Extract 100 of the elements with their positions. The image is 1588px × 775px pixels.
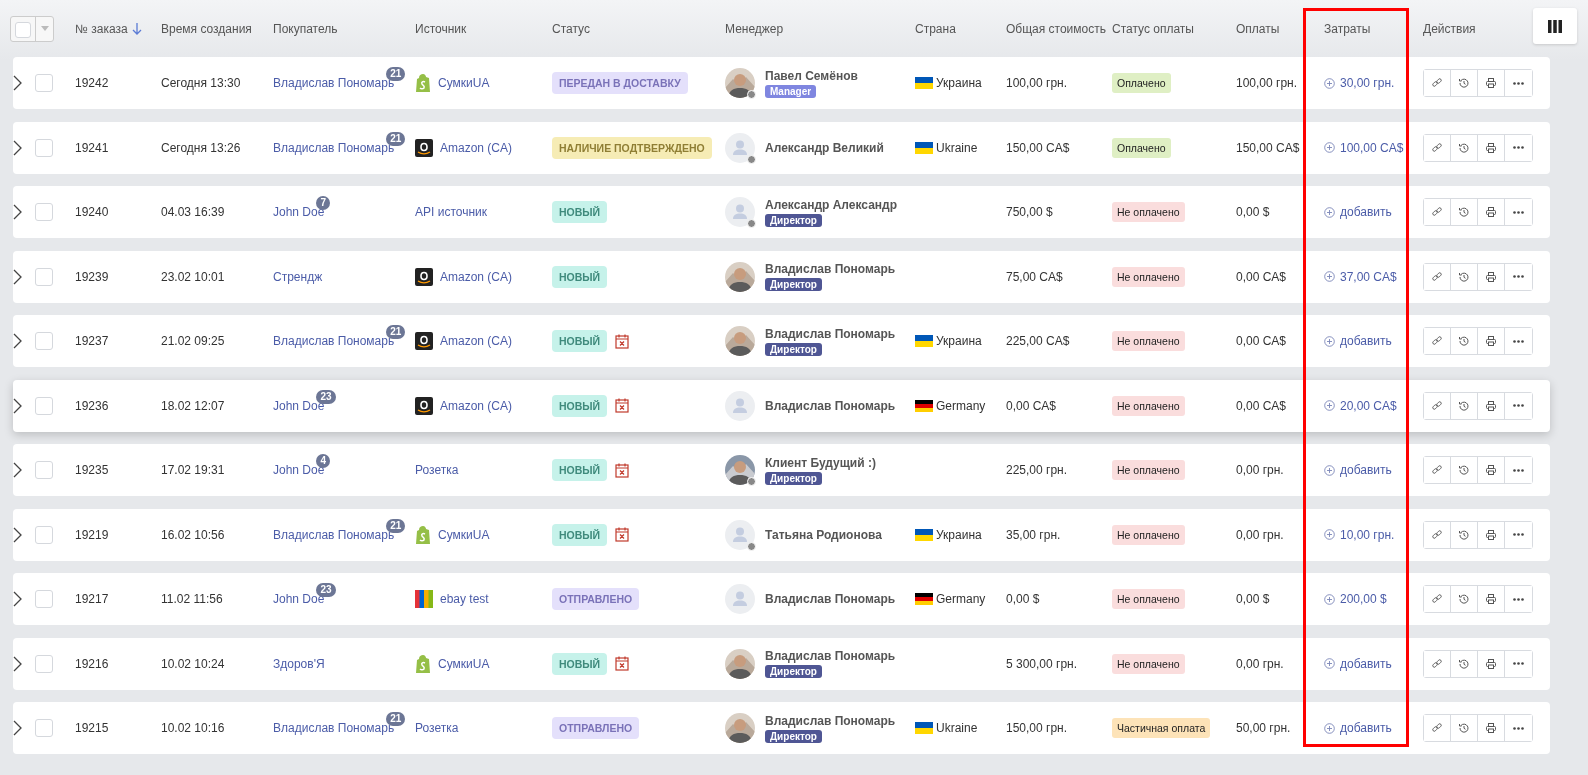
plus-circle-icon[interactable]	[1324, 206, 1335, 218]
more-dots-icon[interactable]	[1513, 81, 1524, 85]
source-link[interactable]: Amazon (CA)	[440, 334, 513, 348]
column-header[interactable]: Общая стоимость	[1006, 0, 1112, 57]
source-link[interactable]: СумкиUA	[438, 656, 490, 671]
costs-link[interactable]: добавить	[1340, 656, 1392, 671]
costs-link[interactable]: 30,00 грн.	[1340, 76, 1395, 90]
link-button[interactable]	[1424, 586, 1451, 612]
checkbox[interactable]	[35, 719, 53, 737]
more-dots-icon[interactable]	[1513, 726, 1524, 730]
costs-link[interactable]: добавить	[1340, 334, 1392, 348]
costs-link[interactable]: добавить	[1340, 721, 1392, 735]
clock-icon[interactable]	[1459, 78, 1469, 88]
printer-icon[interactable]	[1486, 723, 1496, 733]
more-dots-icon[interactable]	[1513, 146, 1524, 149]
plus-circle-icon[interactable]	[1324, 271, 1335, 282]
checkbox[interactable]	[35, 525, 53, 544]
column-header[interactable]: Страна	[915, 0, 1006, 57]
clock-icon[interactable]	[1459, 723, 1469, 733]
printer-icon[interactable]	[1486, 78, 1496, 88]
column-header[interactable]: Менеджер	[725, 0, 915, 57]
source-link[interactable]: ebay test	[440, 592, 489, 606]
plus-circle-icon[interactable]	[1324, 593, 1335, 605]
clock-icon[interactable]	[1459, 142, 1469, 153]
checkbox[interactable]	[35, 396, 53, 415]
printer-icon[interactable]	[1486, 658, 1496, 669]
printer-icon[interactable]	[1486, 400, 1496, 411]
link-icon[interactable]	[1432, 529, 1442, 540]
more-dots-icon[interactable]	[1513, 468, 1524, 472]
checkbox[interactable]	[35, 267, 53, 286]
buyer-link[interactable]: Здоров'Я	[273, 656, 325, 671]
link-button[interactable]	[1424, 134, 1451, 161]
costs-link[interactable]: добавить	[1340, 205, 1392, 219]
checkbox[interactable]	[35, 590, 53, 608]
column-header[interactable]: Статус оплаты	[1112, 0, 1236, 57]
link-icon[interactable]	[1432, 400, 1442, 411]
checkbox[interactable]	[35, 74, 53, 92]
link-icon[interactable]	[1432, 723, 1442, 733]
clock-icon[interactable]	[1459, 465, 1469, 475]
clock-icon[interactable]	[1459, 400, 1469, 411]
costs-link[interactable]: 10,00 грн.	[1340, 527, 1395, 542]
column-header[interactable]: Время создания	[161, 0, 273, 57]
checkbox[interactable]	[35, 461, 53, 479]
printer-icon[interactable]	[1486, 271, 1496, 282]
source-link[interactable]: Розетка	[415, 721, 459, 735]
link-icon[interactable]	[1432, 594, 1442, 604]
link-button[interactable]	[1424, 199, 1451, 225]
link-icon[interactable]	[1432, 142, 1442, 153]
plus-circle-icon[interactable]	[1324, 335, 1335, 347]
printer-icon[interactable]	[1486, 142, 1496, 153]
link-button[interactable]	[1424, 650, 1451, 677]
clock-icon[interactable]	[1459, 594, 1469, 604]
printer-icon[interactable]	[1486, 529, 1496, 540]
column-header[interactable]: Источник	[415, 0, 552, 57]
plus-circle-icon[interactable]	[1324, 722, 1335, 734]
more-dots-icon[interactable]	[1513, 210, 1524, 214]
printer-icon[interactable]	[1486, 465, 1496, 475]
link-icon[interactable]	[1432, 271, 1442, 282]
checkbox[interactable]	[35, 654, 53, 673]
checkbox[interactable]	[35, 332, 53, 350]
link-icon[interactable]	[1432, 207, 1442, 217]
more-dots-icon[interactable]	[1513, 275, 1524, 278]
buyer-link[interactable]: Стрендж	[273, 269, 323, 284]
more-dots-icon[interactable]	[1513, 404, 1524, 407]
printer-icon[interactable]	[1486, 207, 1496, 217]
columns-icon[interactable]	[1548, 19, 1562, 33]
source-link[interactable]: Amazon (CA)	[440, 269, 513, 284]
plus-circle-icon[interactable]	[1324, 464, 1335, 476]
source-link[interactable]: СумкиUA	[438, 527, 490, 542]
costs-link[interactable]: 100,00 CA$	[1340, 140, 1404, 155]
more-dots-icon[interactable]	[1513, 662, 1524, 665]
column-header[interactable]: № заказа	[75, 0, 161, 57]
column-header[interactable]: Затраты	[1324, 0, 1423, 57]
printer-icon[interactable]	[1486, 594, 1496, 604]
plus-circle-icon[interactable]	[1324, 658, 1335, 669]
column-header[interactable]: Действия	[1423, 0, 1523, 57]
link-button[interactable]	[1424, 715, 1451, 741]
link-icon[interactable]	[1432, 78, 1442, 88]
checkbox[interactable]	[15, 21, 31, 38]
plus-circle-icon[interactable]	[1324, 529, 1335, 540]
costs-link[interactable]: 20,00 CA$	[1340, 398, 1397, 413]
plus-circle-icon[interactable]	[1324, 400, 1335, 411]
columns-button[interactable]	[1533, 8, 1577, 44]
checkbox[interactable]	[35, 203, 53, 221]
clock-icon[interactable]	[1459, 271, 1469, 282]
link-button[interactable]	[1424, 263, 1451, 290]
clock-icon[interactable]	[1459, 658, 1469, 669]
more-dots-icon[interactable]	[1513, 533, 1524, 536]
costs-link[interactable]: добавить	[1340, 463, 1392, 477]
link-button[interactable]	[1424, 521, 1451, 548]
source-link[interactable]: Розетка	[415, 463, 459, 477]
link-icon[interactable]	[1432, 336, 1442, 346]
clock-icon[interactable]	[1459, 336, 1469, 346]
printer-icon[interactable]	[1486, 336, 1496, 346]
source-link[interactable]: Amazon (CA)	[440, 398, 513, 413]
sort-arrow-icon[interactable]	[131, 21, 142, 36]
source-link[interactable]: СумкиUA	[438, 76, 490, 90]
costs-link[interactable]: 200,00 $	[1340, 592, 1387, 606]
link-button[interactable]	[1424, 70, 1451, 96]
clock-icon[interactable]	[1459, 207, 1469, 217]
